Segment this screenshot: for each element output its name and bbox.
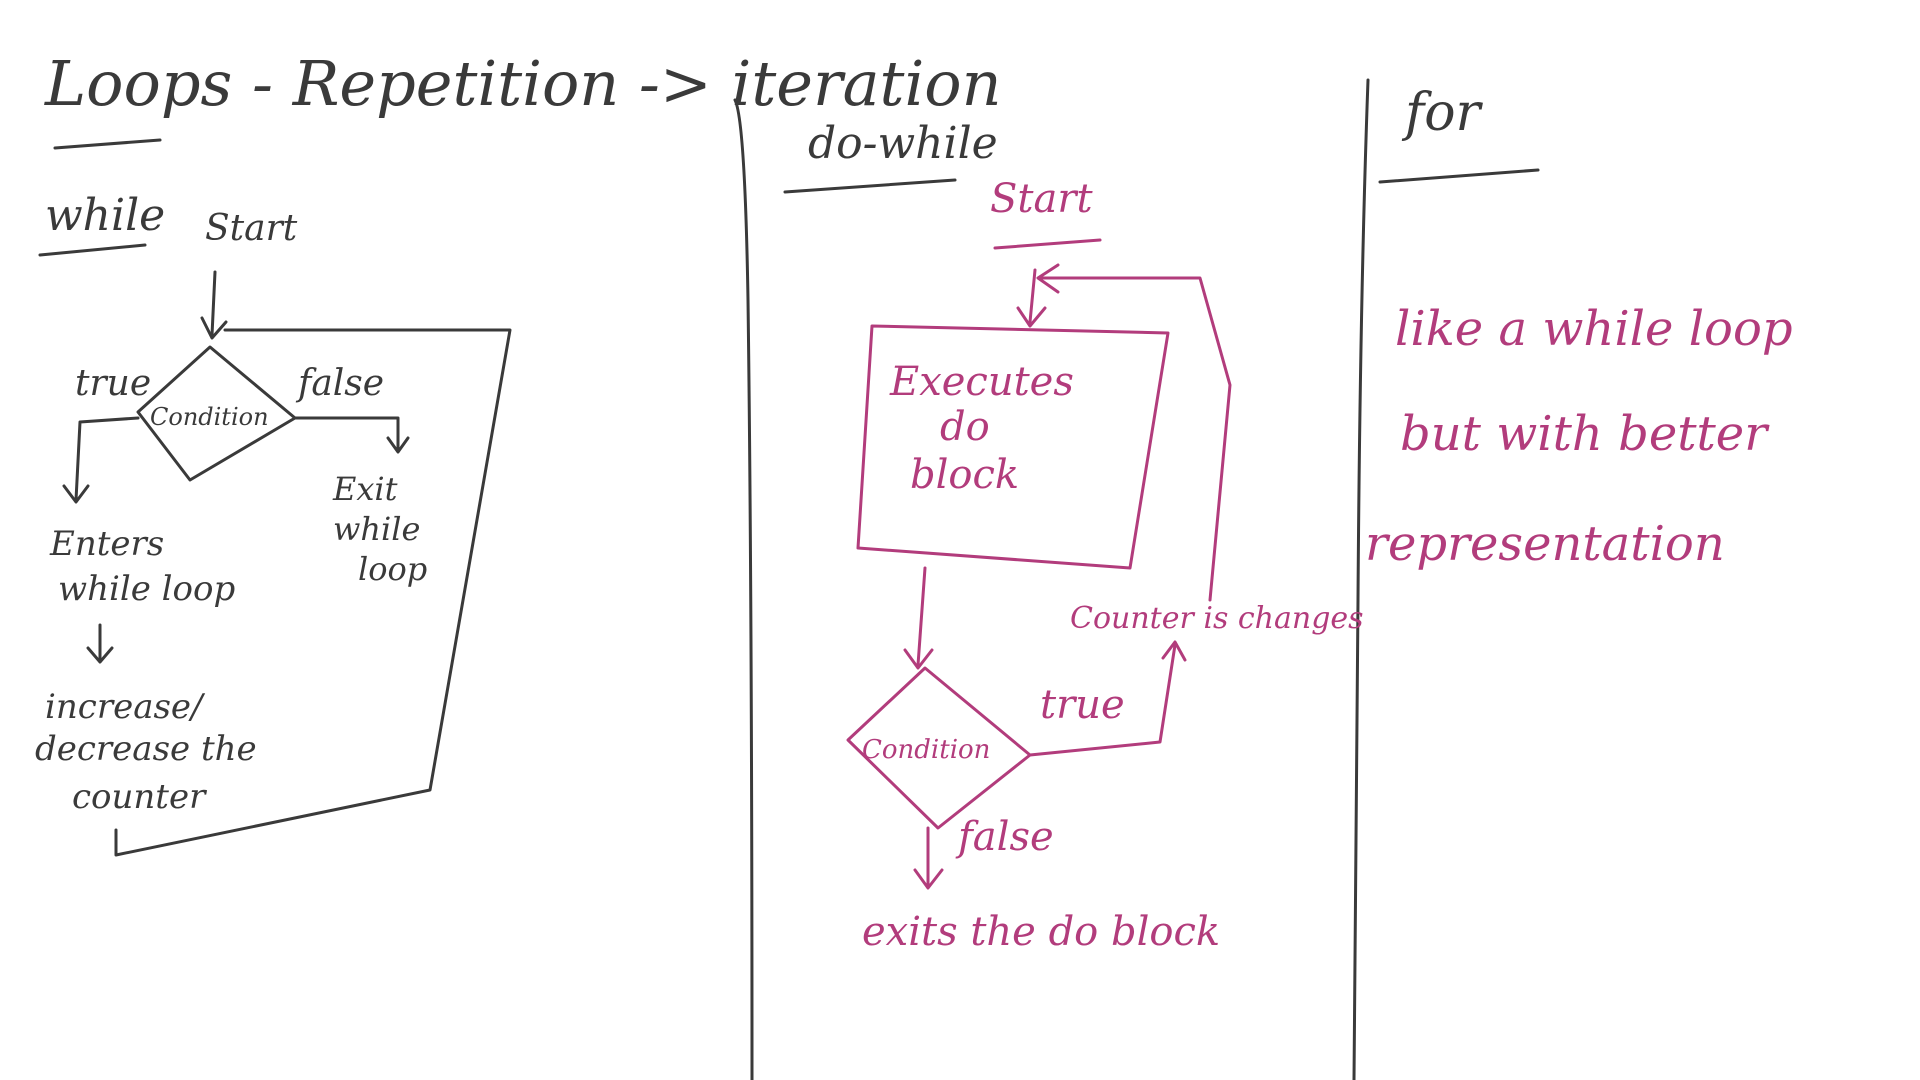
- do-while-condition-label: Condition: [862, 735, 990, 765]
- page-title: Loops - Repetition -> iteration: [44, 47, 1002, 120]
- do-while-block-line2: do: [940, 404, 990, 450]
- while-true-label: true: [75, 363, 151, 404]
- while-exit-line1: Exit: [332, 470, 398, 508]
- while-exit-line3: loop: [358, 550, 427, 588]
- while-false-label: false: [295, 363, 384, 404]
- do-while-start-label: Start: [990, 176, 1093, 222]
- for-note-line2: but with better: [1400, 406, 1770, 462]
- for-note-line3: representation: [1365, 516, 1725, 572]
- do-while-heading: do-while: [808, 118, 998, 169]
- while-start-label: Start: [205, 208, 298, 249]
- for-heading: for: [1401, 83, 1484, 143]
- do-while-block-arrow: [916, 566, 927, 667]
- column-divider-right: [1352, 78, 1370, 1080]
- do-while-block-line3: block: [910, 452, 1019, 498]
- for-heading-underline: [1378, 168, 1540, 184]
- for-column: for like a while loop but with better re…: [1365, 83, 1793, 572]
- while-column: while Start Condition true false Enters …: [35, 190, 512, 857]
- do-while-heading-underline: [783, 178, 957, 194]
- do-while-true-label: true: [1040, 682, 1125, 728]
- while-step-line1: increase/: [45, 687, 206, 727]
- while-step-line3: counter: [72, 777, 207, 817]
- do-while-exit-label: exits the do block: [862, 909, 1220, 955]
- while-step-line2: decrease the: [35, 729, 257, 769]
- do-while-start-underline: [993, 238, 1102, 250]
- title-underline: [53, 138, 162, 150]
- do-while-column: do-while Start Executes do block Conditi…: [783, 118, 1364, 955]
- do-while-loopback-path: [1038, 276, 1232, 602]
- column-divider-left: [733, 98, 754, 1080]
- do-while-start-arrow: [1028, 268, 1037, 324]
- while-enters-line2: while loop: [58, 569, 235, 609]
- while-condition-label: Condition: [150, 403, 269, 431]
- while-enters-line1: Enters: [49, 524, 164, 564]
- whiteboard-canvas: Loops - Repetition -> iteration while St…: [35, 47, 1793, 1080]
- while-false-arrow: [293, 416, 400, 450]
- do-while-counter-note: Counter is changes: [1070, 601, 1364, 636]
- while-heading-underline: [38, 243, 147, 257]
- do-while-block-line1: Executes: [889, 359, 1074, 405]
- do-while-false-label: false: [955, 814, 1054, 860]
- for-note-line1: like a while loop: [1395, 301, 1793, 357]
- while-heading: while: [45, 190, 165, 241]
- while-exit-line2: while: [333, 510, 420, 548]
- while-start-arrow: [210, 270, 217, 337]
